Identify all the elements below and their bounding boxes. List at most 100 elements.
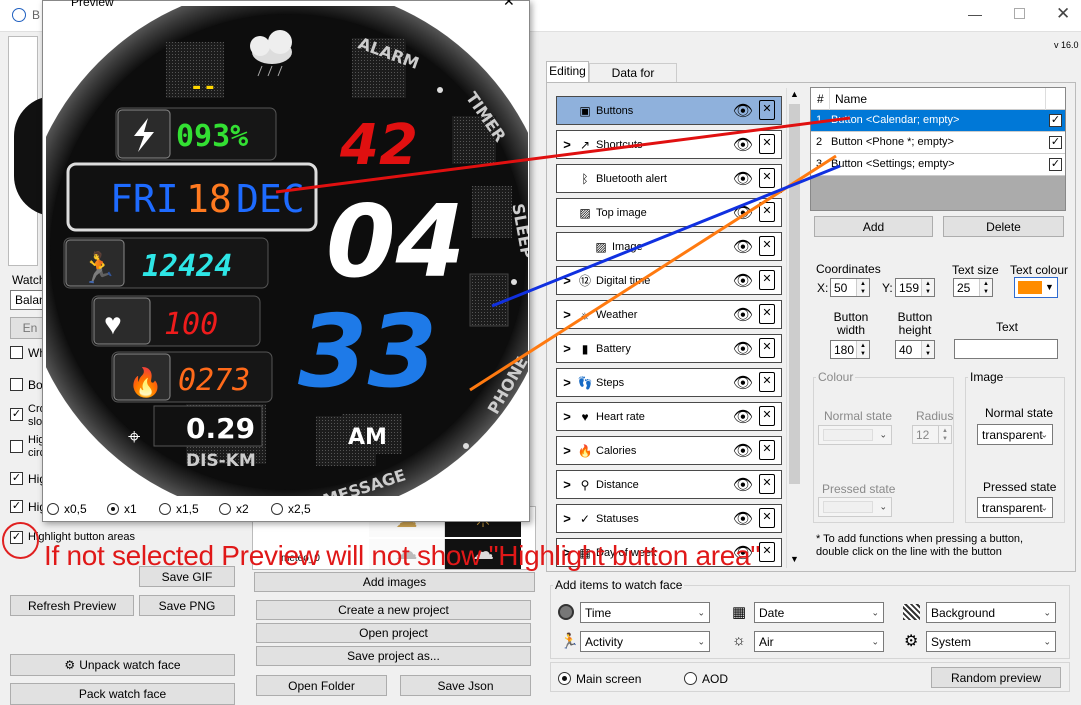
eye-icon[interactable]: 👁 <box>733 271 753 291</box>
chevron-right-icon[interactable]: > <box>557 511 577 526</box>
system-select[interactable]: System ⌄ <box>926 631 1056 652</box>
background-select[interactable]: Background ⌄ <box>926 602 1056 623</box>
chevron-right-icon[interactable]: > <box>557 341 577 356</box>
delete-icon[interactable]: ✕ <box>759 440 775 460</box>
zoom-radio-1-5[interactable] <box>159 503 171 515</box>
delete-icon[interactable]: ✕ <box>759 338 775 358</box>
zoom-radio-2-5[interactable] <box>271 503 283 515</box>
checkbox-hig-circ[interactable] <box>10 440 23 453</box>
air-select[interactable]: Air ⌄ <box>754 631 884 652</box>
button-table-row[interactable]: 3 Button <Settings; empty> ✓ <box>811 154 1065 176</box>
scroll-down-arrow-icon[interactable]: ▼ <box>790 554 799 564</box>
element-row-calories[interactable]: > 🔥 Calories 👁 ✕ <box>556 436 782 465</box>
close-icon[interactable]: ✕ <box>1056 4 1070 24</box>
open-project-button[interactable]: Open project <box>256 623 531 643</box>
chevron-right-icon[interactable]: > <box>557 273 577 288</box>
row-checkbox[interactable]: ✓ <box>1049 114 1062 127</box>
tab-editing[interactable]: Editing <box>546 61 589 82</box>
eye-icon[interactable]: 👁 <box>733 237 753 257</box>
delete-icon[interactable]: ✕ <box>759 202 775 222</box>
eye-icon[interactable]: 👁 <box>733 169 753 189</box>
row-checkbox[interactable]: ✓ <box>1049 158 1062 171</box>
button-height-input[interactable]: 40 ▲ ▼ <box>895 340 935 359</box>
tab-data-for-preview[interactable]: Data for preview <box>589 63 677 98</box>
eye-icon[interactable]: 👁 <box>733 203 753 223</box>
pressed-state-colour-select[interactable]: ⌄ <box>818 497 892 517</box>
delete-icon[interactable]: ✕ <box>759 270 775 290</box>
minimize-icon[interactable]: — <box>968 6 982 22</box>
text-colour-picker[interactable]: ▼ <box>1014 277 1058 298</box>
eye-icon[interactable]: 👁 <box>733 509 753 529</box>
element-row-shortcuts[interactable]: > ↗ Shortcuts 👁 ✕ <box>556 130 782 159</box>
elements-scrollbar[interactable]: ▲ ▼ <box>786 88 801 568</box>
scroll-thumb[interactable] <box>789 104 800 484</box>
eye-icon[interactable]: 👁 <box>733 135 753 155</box>
chevron-right-icon[interactable]: > <box>557 137 577 152</box>
pack-watch-face-button[interactable]: Pack watch face <box>10 683 235 705</box>
delete-icon[interactable]: ✕ <box>759 372 775 392</box>
save-json-button[interactable]: Save Json <box>400 675 531 696</box>
element-row-distance[interactable]: > ⚲ Distance 👁 ✕ <box>556 470 782 499</box>
chevron-right-icon[interactable]: > <box>557 375 577 390</box>
element-row-buttons[interactable]: ▣ Buttons 👁 ✕ <box>556 96 782 125</box>
element-row-top-image[interactable]: ▨ Top image 👁 ✕ <box>556 198 782 227</box>
delete-icon[interactable]: ✕ <box>759 508 775 528</box>
normal-state-colour-select[interactable]: ⌄ <box>818 425 892 445</box>
eye-icon[interactable]: 👁 <box>733 305 753 325</box>
save-png-button[interactable]: Save PNG <box>139 595 235 616</box>
add-button-button[interactable]: Add <box>814 216 933 237</box>
row-checkbox[interactable]: ✓ <box>1049 136 1062 149</box>
eye-icon[interactable]: 👁 <box>733 339 753 359</box>
button-width-input[interactable]: 180 ▲ ▼ <box>830 340 870 359</box>
radius-input[interactable]: 12 ▲ ▼ <box>912 425 952 444</box>
image-pressed-state-select[interactable]: transparent ⌄ <box>977 497 1053 518</box>
scroll-up-arrow-icon[interactable]: ▲ <box>790 89 799 99</box>
eye-icon[interactable]: 👁 <box>733 441 753 461</box>
delete-icon[interactable]: ✕ <box>759 236 775 256</box>
delete-icon[interactable]: ✕ <box>759 304 775 324</box>
x-input[interactable]: 50 ▲ ▼ <box>830 278 870 297</box>
checkbox-hig-2[interactable]: ✓ <box>10 472 23 485</box>
eye-icon[interactable]: 👁 <box>733 475 753 495</box>
element-row-statuses[interactable]: > ✓ Statuses 👁 ✕ <box>556 504 782 533</box>
text-input[interactable] <box>954 339 1058 359</box>
element-row-bluetooth-alert[interactable]: ᛒ Bluetooth alert 👁 ✕ <box>556 164 782 193</box>
element-row-weather[interactable]: > ☼ Weather 👁 ✕ <box>556 300 782 329</box>
element-row-battery[interactable]: > ▮ Battery 👁 ✕ <box>556 334 782 363</box>
zoom-radio-0-5[interactable] <box>47 503 59 515</box>
element-row-digital-time[interactable]: > ⑫ Digital time 👁 ✕ <box>556 266 782 295</box>
text-size-input[interactable]: 25 ▲ ▼ <box>953 278 993 297</box>
save-project-as-button[interactable]: Save project as... <box>256 646 531 666</box>
zoom-radio-2[interactable] <box>219 503 231 515</box>
main-screen-radio[interactable] <box>558 672 571 685</box>
eye-icon[interactable]: 👁 <box>733 373 753 393</box>
delete-button-button[interactable]: Delete <box>943 216 1064 237</box>
y-input[interactable]: 159 ▲ ▼ <box>895 278 935 297</box>
element-row-image[interactable]: ▨ Image 👁 ✕ <box>556 232 782 261</box>
time-select[interactable]: Time ⌄ <box>580 602 710 623</box>
delete-icon[interactable]: ✕ <box>759 542 775 562</box>
checkbox-bo[interactable] <box>10 378 23 391</box>
chevron-right-icon[interactable]: > <box>557 307 577 322</box>
eye-icon[interactable]: 👁 <box>733 101 753 121</box>
chevron-right-icon[interactable]: > <box>557 443 577 458</box>
chevron-right-icon[interactable]: > <box>557 409 577 424</box>
refresh-preview-button[interactable]: Refresh Preview <box>10 595 134 616</box>
delete-icon[interactable]: ✕ <box>759 134 775 154</box>
create-project-button[interactable]: Create a new project <box>256 600 531 620</box>
button-table-row[interactable]: 1 Button <Calendar; empty> ✓ <box>811 110 1065 132</box>
add-images-button[interactable]: Add images <box>254 572 535 592</box>
checkbox-cro[interactable]: ✓ <box>10 408 23 421</box>
date-select[interactable]: Date ⌄ <box>754 602 884 623</box>
element-row-heart-rate[interactable]: > ♥ Heart rate 👁 ✕ <box>556 402 782 431</box>
element-row-steps[interactable]: > 👣 Steps 👁 ✕ <box>556 368 782 397</box>
random-preview-button[interactable]: Random preview <box>931 667 1061 688</box>
open-folder-button[interactable]: Open Folder <box>256 675 387 696</box>
delete-icon[interactable]: ✕ <box>759 100 775 120</box>
maximize-icon[interactable] <box>1014 8 1025 19</box>
unpack-watch-face-button[interactable]: ⚙ Unpack watch face <box>10 654 235 676</box>
activity-select[interactable]: Activity ⌄ <box>580 631 710 652</box>
delete-icon[interactable]: ✕ <box>759 168 775 188</box>
chevron-right-icon[interactable]: > <box>557 477 577 492</box>
eye-icon[interactable]: 👁 <box>733 407 753 427</box>
